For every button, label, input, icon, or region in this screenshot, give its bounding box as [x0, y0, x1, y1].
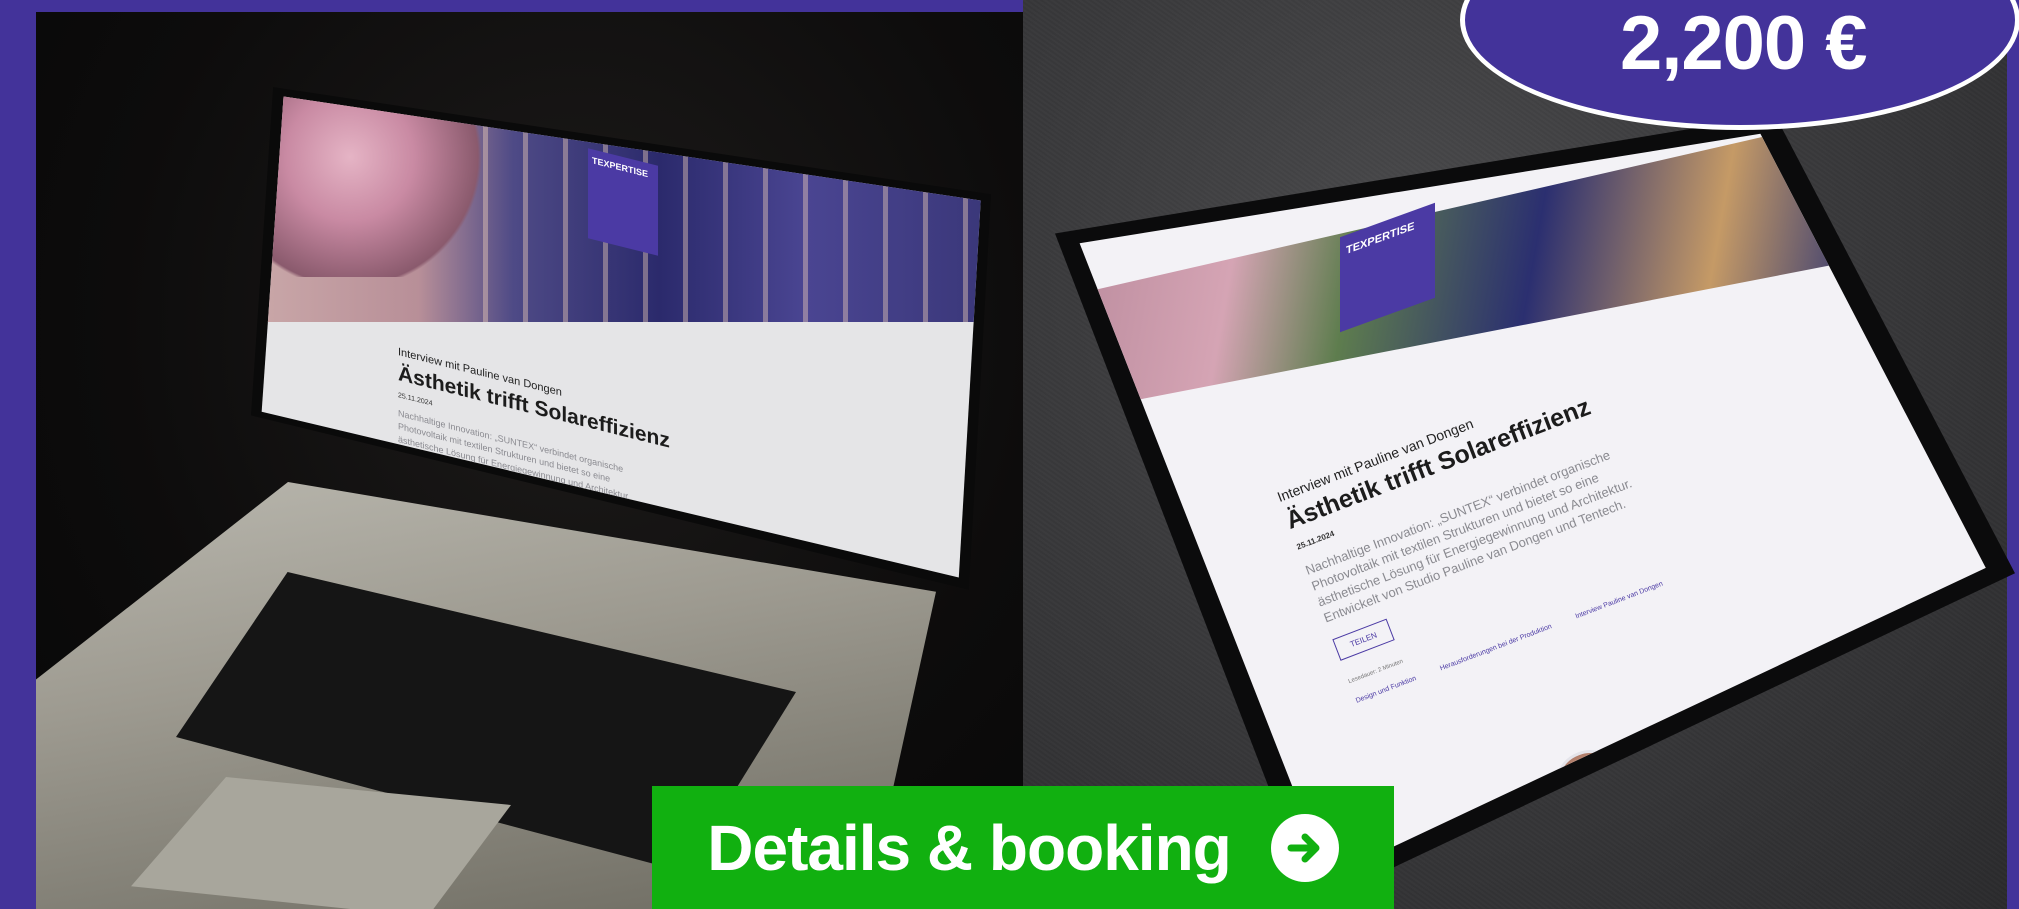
- ad-banner: TEXPERTISE Interview mit Pauline van Don…: [0, 0, 2019, 909]
- price-label: 2,200 €: [1620, 1, 1868, 86]
- tablet-share-button: TEILEN: [1332, 618, 1395, 661]
- laptop-photo: TEXPERTISE Interview mit Pauline van Don…: [36, 12, 1023, 909]
- laptop-tag: TEXPERTISE: [588, 148, 658, 256]
- details-booking-button[interactable]: Details & booking: [652, 786, 1394, 909]
- laptop-hero-facade: [483, 96, 981, 322]
- tablet-link-production: Herausforderungen bei der Produktion: [1439, 623, 1553, 673]
- tablet-article: Interview mit Pauline van Dongen Ästheti…: [1275, 304, 1843, 705]
- arrow-right-circle-icon: [1270, 813, 1339, 882]
- laptop-share-button: TEILEN: [398, 467, 441, 493]
- details-booking-label: Details & booking: [707, 811, 1231, 884]
